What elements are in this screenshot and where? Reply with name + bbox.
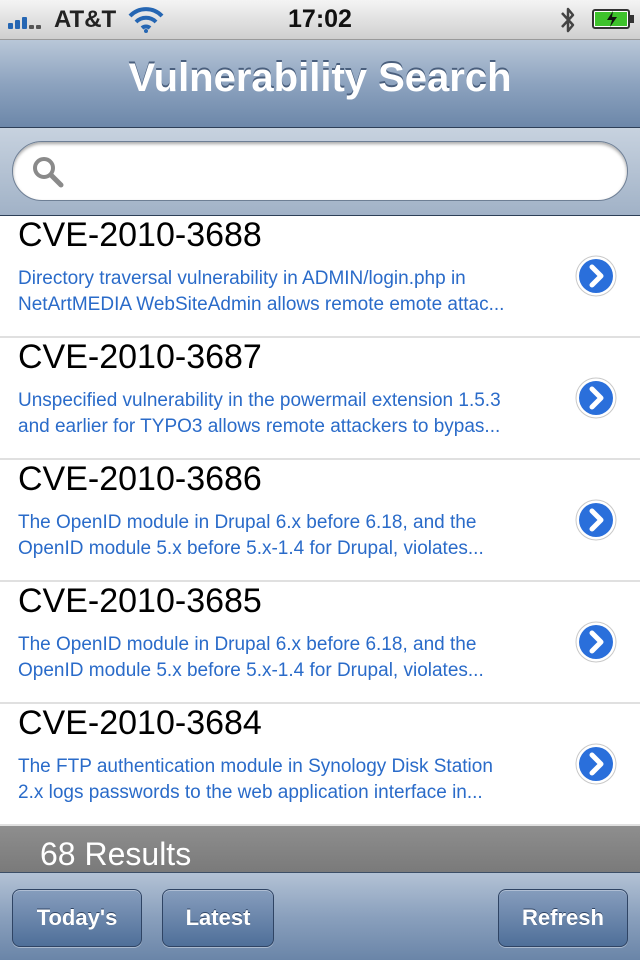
cve-description: The OpenID module in Drupal 6.x before 6… (18, 512, 484, 559)
bottom-toolbar: Today's Latest Refresh (0, 872, 640, 960)
todays-button[interactable]: Today's (12, 889, 142, 947)
magnifier-icon (33, 157, 64, 188)
list-item[interactable]: CVE-2010-3686 The OpenID module in Drupa… (0, 460, 640, 582)
results-count-bar: 68 Results (0, 826, 640, 872)
list-item[interactable]: CVE-2010-3688 Directory traversal vulner… (0, 216, 640, 338)
search-bar (0, 128, 640, 216)
navigation-bar: Vulnerability Search (0, 40, 640, 128)
detail-disclosure-icon[interactable] (574, 376, 618, 420)
detail-disclosure-icon[interactable] (574, 620, 618, 664)
cve-id: CVE-2010-3684 (18, 704, 262, 742)
list-item[interactable]: CVE-2010-3687 Unspecified vulnerability … (0, 338, 640, 460)
list-item[interactable]: CVE-2010-3685 The OpenID module in Drupa… (0, 582, 640, 704)
detail-disclosure-icon[interactable] (574, 498, 618, 542)
refresh-button[interactable]: Refresh (498, 889, 628, 947)
wifi-icon (128, 7, 164, 33)
cve-description: The OpenID module in Drupal 6.x before 6… (18, 634, 484, 681)
search-input[interactable] (77, 152, 611, 192)
cve-id: CVE-2010-3685 (18, 582, 262, 620)
cve-description: Unspecified vulnerability in the powerma… (18, 390, 501, 437)
results-count: 68 Results (40, 836, 192, 872)
search-field[interactable] (12, 141, 628, 201)
cve-description: The FTP authentication module in Synolog… (18, 756, 493, 803)
cve-description: Directory traversal vulnerability in ADM… (18, 268, 505, 315)
cve-id: CVE-2010-3688 (18, 216, 262, 254)
detail-disclosure-icon[interactable] (574, 254, 618, 298)
detail-disclosure-icon[interactable] (574, 742, 618, 786)
cve-id: CVE-2010-3687 (18, 338, 262, 376)
latest-button[interactable]: Latest (162, 889, 274, 947)
list-item[interactable]: CVE-2010-3684 The FTP authentication mod… (0, 704, 640, 826)
vulnerability-list: CVE-2010-3688 Directory traversal vulner… (0, 216, 640, 826)
battery-charging-icon (592, 9, 634, 29)
page-title: Vulnerability Search (128, 56, 512, 100)
status-bar: AT&T 17:02 (0, 0, 640, 40)
carrier-name: AT&T (54, 6, 117, 33)
bluetooth-icon (561, 7, 575, 33)
cve-id: CVE-2010-3686 (18, 460, 262, 498)
